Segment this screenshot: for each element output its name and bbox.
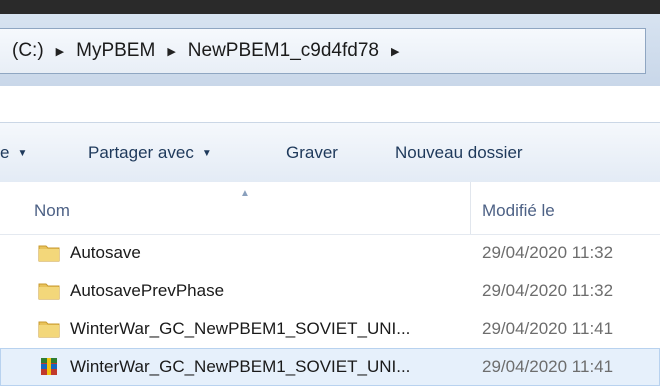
file-date: 29/04/2020 11:32: [482, 281, 614, 300]
folder-icon: [38, 321, 60, 338]
file-list: Autosave 29/04/2020 11:32 AutosavePrevPh…: [0, 234, 660, 386]
column-header: ▲ Nom Modifié le: [0, 182, 660, 235]
archive-icon: [41, 358, 57, 375]
column-name[interactable]: Nom: [34, 201, 70, 221]
share-with-button[interactable]: Partager avec ▼: [88, 143, 212, 163]
explorer-window: (C:) ▶ MyPBEM ▶ NewPBEM1_c9d4fd78 ▶ e ▼ P…: [0, 14, 660, 387]
file-row[interactable]: WinterWar_GC_NewPBEM1_SOVIET_UNI... 29/0…: [0, 310, 660, 348]
breadcrumb-mypbem[interactable]: MyPBEM: [70, 40, 161, 62]
file-name: WinterWar_GC_NewPBEM1_SOVIET_UNI...: [70, 319, 411, 338]
file-row[interactable]: Autosave 29/04/2020 11:32: [0, 234, 660, 272]
chevron-right-icon[interactable]: ▶: [385, 45, 405, 58]
organize-menu-button[interactable]: e ▼: [0, 143, 27, 163]
new-folder-button[interactable]: Nouveau dossier: [395, 143, 523, 163]
chevron-right-icon[interactable]: ▶: [161, 45, 181, 58]
file-date: 29/04/2020 11:32: [482, 243, 614, 262]
column-divider[interactable]: [470, 182, 471, 234]
chevron-down-icon: ▼: [201, 148, 212, 159]
file-date: 29/04/2020 11:41: [482, 357, 614, 376]
address-bar-row: (C:) ▶ MyPBEM ▶ NewPBEM1_c9d4fd78 ▶: [0, 14, 660, 86]
column-modified[interactable]: Modifié le: [482, 201, 555, 221]
file-name: AutosavePrevPhase: [70, 281, 225, 300]
breadcrumb-drive[interactable]: (C:): [0, 40, 50, 62]
address-bar[interactable]: (C:) ▶ MyPBEM ▶ NewPBEM1_c9d4fd78 ▶: [0, 28, 646, 74]
breadcrumb-newpbem1[interactable]: NewPBEM1_c9d4fd78: [182, 40, 385, 62]
file-row-selected[interactable]: WinterWar_GC_NewPBEM1_SOVIET_UNI... 29/0…: [0, 348, 660, 386]
folder-icon: [38, 245, 60, 262]
file-name: WinterWar_GC_NewPBEM1_SOVIET_UNI...: [70, 357, 411, 376]
chevron-down-icon: ▼: [17, 148, 28, 159]
sort-ascending-icon: ▲: [240, 188, 250, 199]
burn-button[interactable]: Graver: [286, 143, 338, 163]
file-date: 29/04/2020 11:41: [482, 319, 614, 338]
file-row[interactable]: AutosavePrevPhase 29/04/2020 11:32: [0, 272, 660, 310]
command-bar: e ▼ Partager avec ▼ Graver Nouveau dossier: [0, 122, 660, 184]
file-name: Autosave: [70, 243, 141, 262]
chevron-right-icon[interactable]: ▶: [50, 45, 70, 58]
folder-icon: [38, 283, 60, 300]
